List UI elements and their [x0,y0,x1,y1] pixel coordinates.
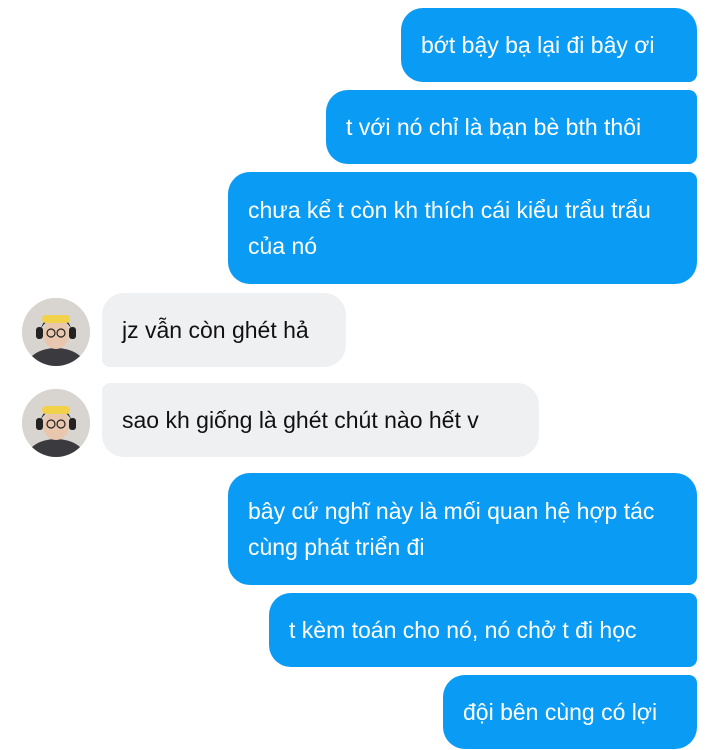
message-text: bây cứ nghĩ này là mối quan hệ hợp tác c… [248,498,655,560]
contact-avatar[interactable] [22,389,90,457]
message-bubble-incoming[interactable]: sao kh giống là ghét chút nào hết v [102,383,539,457]
avatar-photo-icon [22,298,90,366]
contact-avatar[interactable] [22,298,90,366]
message-text: jz vẫn còn ghét hả [122,317,309,343]
message-text: chưa kể t còn kh thích cái kiểu trẩu trẩ… [248,197,651,259]
message-bubble-outgoing[interactable]: bây cứ nghĩ này là mối quan hệ hợp tác c… [228,473,697,585]
message-bubble-outgoing[interactable]: chưa kể t còn kh thích cái kiểu trẩu trẩ… [228,172,697,284]
message-text: t kèm toán cho nó, nó chở t đi học [289,617,637,643]
message-bubble-outgoing[interactable]: t với nó chỉ là bạn bè bth thôi [326,90,697,164]
message-text: t với nó chỉ là bạn bè bth thôi [346,114,642,140]
message-bubble-outgoing[interactable]: đội bên cùng có lợi [443,675,697,749]
message-text: đội bên cùng có lợi [463,699,658,725]
message-text: bớt bậy bạ lại đi bây ơi [421,32,655,58]
message-bubble-incoming[interactable]: jz vẫn còn ghét hả [102,293,346,367]
message-bubble-outgoing[interactable]: bớt bậy bạ lại đi bây ơi [401,8,697,82]
message-text: sao kh giống là ghét chút nào hết v [122,407,479,433]
message-bubble-outgoing[interactable]: t kèm toán cho nó, nó chở t đi học [269,593,697,667]
avatar-photo-icon [22,389,90,457]
